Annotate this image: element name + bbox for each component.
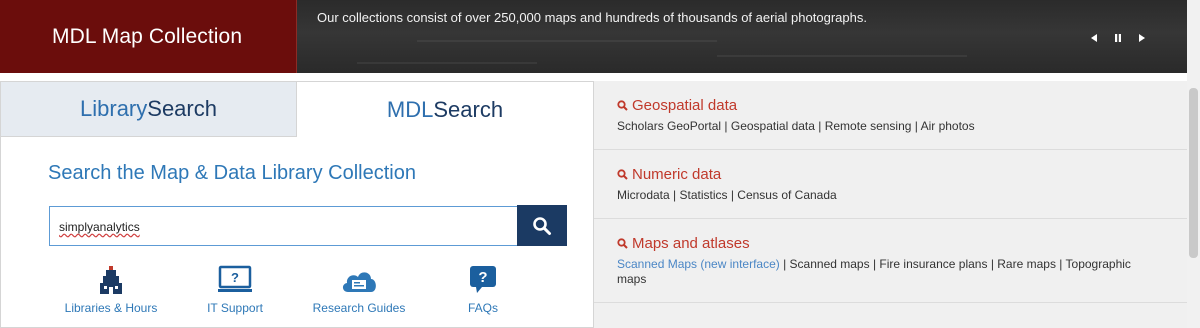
tab-library-search[interactable]: Library Search — [1, 82, 297, 137]
search-icon — [617, 100, 628, 111]
previous-icon[interactable] — [1087, 33, 1101, 47]
category-maps-atlases: Maps and atlases Scanned Maps (new inter… — [594, 219, 1187, 303]
tab-label-part2: Search — [433, 96, 504, 122]
category-title-link[interactable]: Maps and atlases — [617, 235, 750, 252]
brand-block: MDL Map Collection — [0, 0, 296, 73]
link-rare-maps[interactable]: Rare maps — [997, 257, 1056, 271]
search-panel: Library Search MDL Search Search the Map &… — [0, 81, 594, 328]
link-air-photos[interactable]: Air photos — [921, 119, 975, 133]
next-icon[interactable] — [1135, 33, 1149, 47]
slider-controls — [1087, 33, 1149, 47]
category-title: Geospatial data — [632, 97, 738, 114]
quick-link-it-support[interactable]: ? IT Support — [175, 263, 295, 315]
category-links: Scholars GeoPortal | Geospatial data | R… — [617, 119, 975, 133]
quick-link-label: Research Guides — [312, 301, 406, 315]
link-statistics[interactable]: Statistics — [679, 188, 727, 202]
tab-mdl-search[interactable]: MDL Search — [297, 82, 593, 137]
category-title: Maps and atlases — [632, 235, 750, 252]
category-title: Numeric data — [632, 166, 722, 183]
quick-link-label: FAQs — [467, 301, 498, 315]
quick-link-libraries-hours[interactable]: Libraries & Hours — [51, 263, 171, 315]
link-census-of-canada[interactable]: Census of Canada — [737, 188, 836, 202]
tab-label-part1: MDL — [386, 96, 434, 122]
category-geospatial: Geospatial data Scholars GeoPortal | Geo… — [594, 81, 1187, 150]
slide-caption: Our collections consist of over 250,000 … — [317, 10, 867, 25]
category-list: Geospatial data Scholars GeoPortal | Geo… — [594, 81, 1187, 328]
search-query-text[interactable]: simplyanalytics — [59, 220, 140, 234]
question-bubble-icon: ? — [470, 266, 496, 293]
scrollbar-thumb[interactable] — [1189, 88, 1198, 258]
category-links: Microdata | Statistics | Census of Canad… — [617, 188, 837, 202]
quick-link-label: IT Support — [207, 301, 263, 315]
library-building-icon — [100, 266, 122, 294]
link-geospatial-data[interactable]: Geospatial data — [731, 119, 815, 133]
hero-slider: Our collections consist of over 250,000 … — [297, 0, 1187, 73]
search-button[interactable] — [517, 205, 567, 246]
quick-link-label: Libraries & Hours — [64, 301, 158, 315]
tab-label-part2: Search — [147, 96, 217, 121]
site-title[interactable]: MDL Map Collection — [52, 25, 242, 49]
category-title-link[interactable]: Geospatial data — [617, 97, 737, 114]
svg-text:?: ? — [231, 270, 239, 285]
search-icon — [617, 238, 628, 249]
link-scholars-geoportal[interactable]: Scholars GeoPortal — [617, 119, 721, 133]
category-numeric: Numeric data Microdata | Statistics | Ce… — [594, 150, 1187, 219]
tab-label-part1: Library — [80, 96, 148, 121]
link-scanned-maps[interactable]: Scanned maps — [790, 257, 870, 271]
monitor-question-icon: ? — [218, 265, 252, 292]
svg-text:?: ? — [478, 269, 487, 286]
link-scanned-maps-new[interactable]: Scanned Maps (new interface) — [617, 257, 780, 271]
cloud-document-icon — [342, 272, 376, 292]
category-links: Scanned Maps (new interface) | Scanned m… — [617, 257, 1131, 286]
pause-icon[interactable] — [1111, 33, 1125, 47]
search-icon — [533, 216, 551, 235]
link-microdata[interactable]: Microdata — [617, 188, 670, 202]
quick-link-research-guides[interactable]: Research Guides — [299, 263, 419, 315]
link-remote-sensing[interactable]: Remote sensing — [825, 119, 912, 133]
link-fire-insurance-plans[interactable]: Fire insurance plans — [879, 257, 987, 271]
quick-link-faqs[interactable]: ? FAQs — [423, 263, 543, 315]
search-heading: Search the Map & Data Library Collection — [48, 162, 416, 184]
category-title-link[interactable]: Numeric data — [617, 166, 721, 183]
search-icon — [617, 169, 628, 180]
